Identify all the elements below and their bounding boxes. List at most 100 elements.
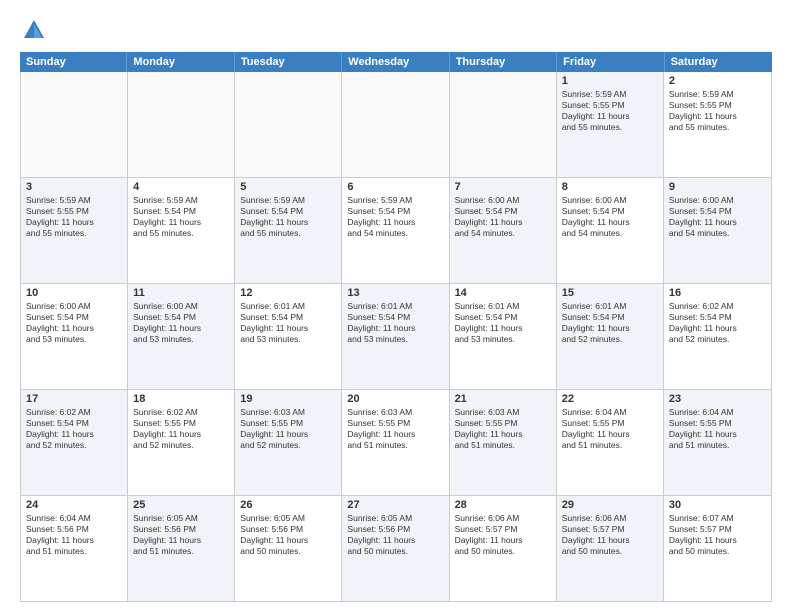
calendar-cell: 18 Sunrise: 6:02 AM Sunset: 5:55 PM Dayli… (128, 390, 235, 495)
day-number: 20 (347, 393, 443, 405)
day-number: 30 (669, 499, 766, 511)
calendar-cell: 9 Sunrise: 6:00 AM Sunset: 5:54 PM Daylig… (664, 178, 771, 283)
day-info: Sunrise: 5:59 AM Sunset: 5:55 PM Dayligh… (26, 195, 94, 238)
day-number: 3 (26, 181, 122, 193)
day-info: Sunrise: 5:59 AM Sunset: 5:54 PM Dayligh… (133, 195, 201, 238)
day-info: Sunrise: 6:02 AM Sunset: 5:54 PM Dayligh… (669, 301, 737, 344)
calendar-week-1: 3 Sunrise: 5:59 AM Sunset: 5:55 PM Daylig… (21, 178, 771, 284)
calendar-header: SundayMondayTuesdayWednesdayThursdayFrid… (20, 52, 772, 72)
day-number: 6 (347, 181, 443, 193)
day-info: Sunrise: 6:01 AM Sunset: 5:54 PM Dayligh… (347, 301, 415, 344)
day-info: Sunrise: 6:06 AM Sunset: 5:57 PM Dayligh… (562, 513, 630, 556)
calendar-cell: 12 Sunrise: 6:01 AM Sunset: 5:54 PM Dayli… (235, 284, 342, 389)
calendar-week-2: 10 Sunrise: 6:00 AM Sunset: 5:54 PM Dayli… (21, 284, 771, 390)
day-info: Sunrise: 6:00 AM Sunset: 5:54 PM Dayligh… (26, 301, 94, 344)
header-cell-thursday: Thursday (450, 52, 557, 72)
day-number: 26 (240, 499, 336, 511)
day-number: 14 (455, 287, 551, 299)
day-info: Sunrise: 6:02 AM Sunset: 5:55 PM Dayligh… (133, 407, 201, 450)
day-number: 16 (669, 287, 766, 299)
day-number: 7 (455, 181, 551, 193)
calendar-cell: 27 Sunrise: 6:05 AM Sunset: 5:56 PM Dayli… (342, 496, 449, 601)
header (20, 16, 772, 44)
calendar-cell: 13 Sunrise: 6:01 AM Sunset: 5:54 PM Dayli… (342, 284, 449, 389)
calendar-cell: 4 Sunrise: 5:59 AM Sunset: 5:54 PM Daylig… (128, 178, 235, 283)
day-number: 28 (455, 499, 551, 511)
day-number: 22 (562, 393, 658, 405)
calendar-cell: 5 Sunrise: 5:59 AM Sunset: 5:54 PM Daylig… (235, 178, 342, 283)
calendar-cell (450, 72, 557, 177)
day-info: Sunrise: 6:01 AM Sunset: 5:54 PM Dayligh… (240, 301, 308, 344)
header-cell-tuesday: Tuesday (235, 52, 342, 72)
calendar-cell (235, 72, 342, 177)
day-number: 17 (26, 393, 122, 405)
day-number: 13 (347, 287, 443, 299)
day-info: Sunrise: 6:01 AM Sunset: 5:54 PM Dayligh… (562, 301, 630, 344)
day-info: Sunrise: 6:01 AM Sunset: 5:54 PM Dayligh… (455, 301, 523, 344)
calendar-cell: 2 Sunrise: 5:59 AM Sunset: 5:55 PM Daylig… (664, 72, 771, 177)
day-info: Sunrise: 6:04 AM Sunset: 5:55 PM Dayligh… (562, 407, 630, 450)
calendar-cell: 17Sunrise: 6:02 AM Sunset: 5:54 PM Dayli… (21, 390, 128, 495)
day-info: Sunrise: 5:59 AM Sunset: 5:54 PM Dayligh… (240, 195, 308, 238)
header-cell-saturday: Saturday (665, 52, 772, 72)
day-number: 12 (240, 287, 336, 299)
day-info: Sunrise: 6:05 AM Sunset: 5:56 PM Dayligh… (347, 513, 415, 556)
logo-icon (20, 16, 48, 44)
day-info: Sunrise: 6:00 AM Sunset: 5:54 PM Dayligh… (669, 195, 737, 238)
calendar-cell: 3 Sunrise: 5:59 AM Sunset: 5:55 PM Daylig… (21, 178, 128, 283)
day-info: Sunrise: 6:03 AM Sunset: 5:55 PM Dayligh… (347, 407, 415, 450)
calendar-cell: 7Sunrise: 6:00 AM Sunset: 5:54 PM Daylig… (450, 178, 557, 283)
calendar-cell: 10 Sunrise: 6:00 AM Sunset: 5:54 PM Dayli… (21, 284, 128, 389)
calendar-cell: 14 Sunrise: 6:01 AM Sunset: 5:54 PM Dayli… (450, 284, 557, 389)
calendar-cell (128, 72, 235, 177)
calendar-cell: 24 Sunrise: 6:04 AM Sunset: 5:56 PM Dayli… (21, 496, 128, 601)
calendar-cell: 1 Sunrise: 5:59 AM Sunset: 5:55 PM Daylig… (557, 72, 664, 177)
day-number: 5 (240, 181, 336, 193)
calendar-cell: 23Sunrise: 6:04 AM Sunset: 5:55 PM Dayli… (664, 390, 771, 495)
day-number: 1 (562, 75, 658, 87)
header-cell-wednesday: Wednesday (342, 52, 449, 72)
day-number: 19 (240, 393, 336, 405)
day-info: Sunrise: 6:03 AM Sunset: 5:55 PM Dayligh… (240, 407, 308, 450)
calendar-cell: 11 Sunrise: 6:00 AM Sunset: 5:54 PM Dayli… (128, 284, 235, 389)
day-info: Sunrise: 6:04 AM Sunset: 5:56 PM Dayligh… (26, 513, 94, 556)
calendar-body: 1 Sunrise: 5:59 AM Sunset: 5:55 PM Daylig… (21, 72, 771, 601)
day-number: 29 (562, 499, 658, 511)
day-info: Sunrise: 6:03 AM Sunset: 5:55 PM Dayligh… (455, 407, 523, 450)
calendar-cell: 26Sunrise: 6:05 AM Sunset: 5:56 PM Dayli… (235, 496, 342, 601)
day-info: Sunrise: 5:59 AM Sunset: 5:55 PM Dayligh… (562, 89, 630, 132)
day-info: Sunrise: 6:07 AM Sunset: 5:57 PM Dayligh… (669, 513, 737, 556)
day-number: 9 (669, 181, 766, 193)
day-number: 8 (562, 181, 658, 193)
day-number: 11 (133, 287, 229, 299)
day-number: 2 (669, 75, 766, 87)
calendar-cell: 6Sunrise: 5:59 AM Sunset: 5:54 PM Daylig… (342, 178, 449, 283)
calendar-cell: 25Sunrise: 6:05 AM Sunset: 5:56 PM Dayli… (128, 496, 235, 601)
day-number: 4 (133, 181, 229, 193)
day-number: 21 (455, 393, 551, 405)
day-number: 10 (26, 287, 122, 299)
header-cell-friday: Friday (557, 52, 664, 72)
header-cell-sunday: Sunday (20, 52, 127, 72)
calendar-cell: 16 Sunrise: 6:02 AM Sunset: 5:54 PM Dayli… (664, 284, 771, 389)
calendar-week-4: 24 Sunrise: 6:04 AM Sunset: 5:56 PM Dayli… (21, 496, 771, 601)
calendar-body-outer: 1 Sunrise: 5:59 AM Sunset: 5:55 PM Daylig… (20, 72, 772, 602)
calendar-cell: 19 Sunrise: 6:03 AM Sunset: 5:55 PM Dayli… (235, 390, 342, 495)
day-info: Sunrise: 6:06 AM Sunset: 5:57 PM Dayligh… (455, 513, 523, 556)
calendar-cell: 20 Sunrise: 6:03 AM Sunset: 5:55 PM Dayli… (342, 390, 449, 495)
day-info: Sunrise: 6:00 AM Sunset: 5:54 PM Dayligh… (133, 301, 201, 344)
day-number: 27 (347, 499, 443, 511)
logo (20, 16, 52, 44)
day-number: 23 (669, 393, 766, 405)
day-number: 24 (26, 499, 122, 511)
header-cell-monday: Monday (127, 52, 234, 72)
day-info: Sunrise: 5:59 AM Sunset: 5:55 PM Dayligh… (669, 89, 737, 132)
calendar-cell: 29 Sunrise: 6:06 AM Sunset: 5:57 PM Dayli… (557, 496, 664, 601)
calendar-cell (342, 72, 449, 177)
calendar-week-0: 1 Sunrise: 5:59 AM Sunset: 5:55 PM Daylig… (21, 72, 771, 178)
calendar-cell: 21 Sunrise: 6:03 AM Sunset: 5:55 PM Dayli… (450, 390, 557, 495)
page: SundayMondayTuesdayWednesdayThursdayFrid… (0, 0, 792, 612)
calendar-cell: 22 Sunrise: 6:04 AM Sunset: 5:55 PM Dayli… (557, 390, 664, 495)
day-number: 15 (562, 287, 658, 299)
day-number: 18 (133, 393, 229, 405)
